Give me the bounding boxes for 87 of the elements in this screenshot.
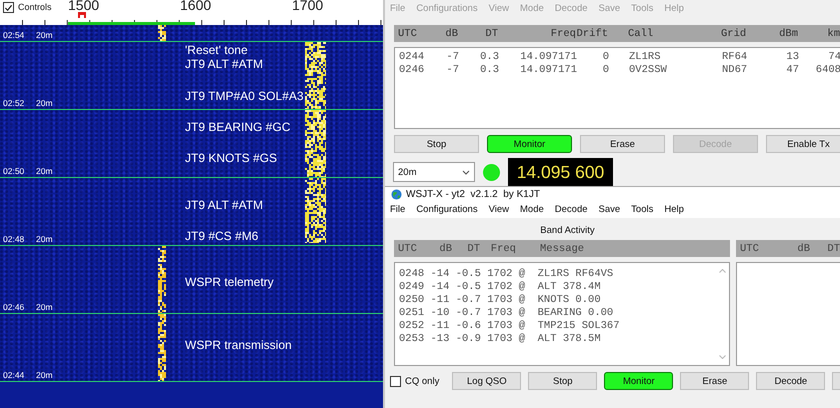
- panel-title: Band Activity: [539, 225, 596, 236]
- column-header: Freq: [550, 28, 576, 40]
- band-label: 20m: [36, 302, 53, 312]
- decoded-message[interactable]: 0253 -13 -0.9 1703 @ ALT 378.5M: [395, 333, 729, 346]
- table-cell-text: 0: [602, 51, 609, 64]
- decoded-message[interactable]: 0250 -11 -0.7 1703 @ KNOTS 0.00: [395, 294, 729, 307]
- annotation-text: 'Reset' tone: [185, 43, 248, 57]
- annotation-text: JT9 #CS #M6: [185, 229, 258, 243]
- column-header: dB: [444, 28, 458, 40]
- table-cell-text: 14.097171: [519, 51, 577, 64]
- menu-item[interactable]: Configurations: [416, 204, 486, 215]
- annotation-text: JT9 ALT #ATM: [185, 198, 264, 212]
- table-cell-text: ND67: [722, 64, 748, 77]
- band-label: 20m: [36, 30, 53, 40]
- frequency-display: 14.095 600: [508, 158, 613, 186]
- menu-item[interactable]: Help: [664, 204, 692, 215]
- column-header: Call: [627, 28, 654, 40]
- decoded-message[interactable]: 0251 -10 -0.7 1703 @ BEARING 0.00: [395, 307, 729, 320]
- column-header: km: [826, 28, 840, 40]
- table-cell-text: 6408: [814, 64, 840, 77]
- action-button[interactable]: Stop: [528, 372, 598, 390]
- table-cell-text: 0244: [399, 51, 426, 64]
- column-header: DT: [826, 242, 840, 254]
- menu-item[interactable]: Mode: [520, 204, 552, 215]
- annotation-text: WSPR transmission: [185, 338, 292, 352]
- menu-item[interactable]: File: [390, 204, 414, 215]
- annotation-text: JT9 ALT #ATM: [185, 57, 264, 71]
- decoded-message[interactable]: 0248 -14 -0.5 1702 @ ZL1RS RF64VS: [395, 268, 729, 281]
- time-label: 02:44: [3, 370, 24, 380]
- action-button[interactable]: Stop: [394, 135, 479, 153]
- column-header: DT: [484, 28, 498, 40]
- monitor-button[interactable]: Monitor: [604, 372, 674, 390]
- annotation-text: JT9 KNOTS #GS: [185, 151, 278, 165]
- annotation-text: JT9 BEARING #GC: [185, 120, 290, 134]
- action-button[interactable]: Decode: [756, 372, 826, 390]
- table-cell-text: 0.3: [479, 51, 499, 64]
- scale-label: 1700: [292, 0, 324, 11]
- menu-item[interactable]: Decode: [554, 204, 596, 215]
- action-button[interactable]: Erase: [680, 372, 750, 390]
- checkbox-label[interactable]: Controls: [18, 2, 52, 12]
- time-label: 02:48: [3, 234, 24, 244]
- scale-label: 1600: [180, 0, 212, 11]
- menu-item[interactable]: Tools: [631, 204, 662, 215]
- time-label: 02:54: [3, 30, 24, 40]
- decoded-message[interactable]: 0249 -14 -0.5 1702 @ ALT 378.4M: [395, 281, 729, 294]
- column-header: Message: [539, 242, 584, 254]
- checkbox-label[interactable]: CQ only: [405, 376, 440, 386]
- column-header: dB: [796, 242, 810, 254]
- action-button[interactable]: Log QSO: [452, 372, 522, 390]
- column-header: UTC: [398, 28, 418, 40]
- time-label: 02:52: [3, 98, 24, 108]
- column-header: Grid: [721, 28, 748, 40]
- scale-label: 1500: [68, 0, 100, 11]
- column-header: Freq: [490, 242, 516, 254]
- menu-item[interactable]: Save: [598, 204, 628, 215]
- annotation-text: JT9 TMP#A0 SOL#A3: [185, 89, 304, 103]
- action-button[interactable]: Enable Tx: [766, 135, 840, 153]
- band-dropdown[interactable]: 20m: [393, 162, 475, 182]
- column-header: Drift: [576, 28, 608, 40]
- column-header: dB: [438, 242, 452, 254]
- monitor-button[interactable]: Monitor: [487, 135, 572, 153]
- table-cell-text: 0V2SSW: [628, 64, 668, 77]
- table-cell-text: 14.097171: [519, 64, 577, 77]
- time-label: 02:46: [3, 302, 24, 312]
- column-header: DT: [466, 242, 480, 254]
- band-label: 20m: [36, 98, 53, 108]
- table-cell-text: -7: [445, 64, 459, 77]
- time-label: 02:50: [3, 166, 24, 176]
- table-cell-text: 0246: [399, 64, 426, 77]
- table-cell-text: -7: [445, 51, 459, 64]
- column-header: UTC: [739, 242, 760, 254]
- table-cell-text: 0: [602, 64, 609, 77]
- band-label: 20m: [36, 370, 53, 380]
- table-cell-text: 13: [785, 51, 799, 64]
- column-header: UTC: [397, 242, 418, 254]
- band-label: 20m: [36, 234, 53, 244]
- decoded-message[interactable]: 0252 -11 -0.6 1703 @ TMP215 SOL367: [395, 320, 729, 333]
- table-cell-text: 47: [785, 64, 799, 77]
- table-cell-text: 0.3: [479, 64, 499, 77]
- column-header: dBm: [778, 28, 798, 40]
- band-label: 20m: [36, 166, 53, 176]
- annotation-text: WSPR telemetry: [185, 275, 274, 289]
- action-button[interactable]: Erase: [580, 135, 665, 153]
- window-title: WSJT-X - yt2 v2.1.2 by K1JT: [406, 188, 540, 200]
- table-cell-text: ZL1RS: [628, 51, 662, 64]
- menu-item[interactable]: View: [488, 204, 517, 215]
- table-cell-text: RF64: [722, 51, 748, 64]
